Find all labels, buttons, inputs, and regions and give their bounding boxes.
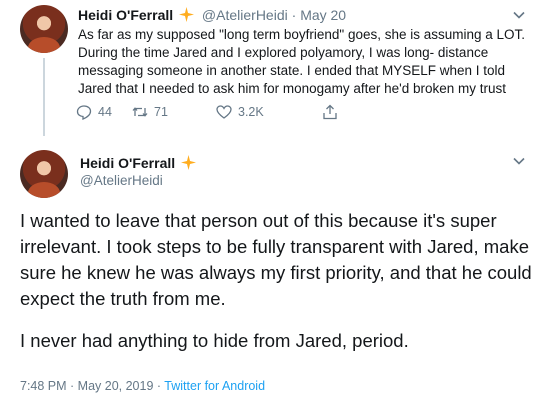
handle[interactable]: @AtelierHeidi bbox=[202, 7, 288, 23]
handle[interactable]: @AtelierHeidi bbox=[80, 173, 163, 188]
tweet-header: Heidi O'Ferrall bbox=[80, 153, 200, 173]
display-name[interactable]: Heidi O'Ferrall bbox=[80, 155, 175, 171]
heart-icon bbox=[216, 105, 232, 119]
share-button[interactable] bbox=[322, 104, 338, 120]
tweet-text: I wanted to leave that person out of thi… bbox=[20, 208, 535, 354]
sparkle-badge-icon bbox=[179, 7, 195, 22]
retweet-button[interactable]: 71 bbox=[132, 104, 168, 120]
tweet-paragraph: I wanted to leave that person out of thi… bbox=[20, 210, 532, 309]
display-name[interactable]: Heidi O'Ferrall bbox=[78, 7, 173, 23]
tweet-paragraph: I never had anything to hide from Jared,… bbox=[20, 330, 409, 351]
reply-icon bbox=[76, 105, 92, 120]
reply-button[interactable]: 44 bbox=[76, 104, 112, 120]
chevron-down-icon[interactable] bbox=[512, 8, 526, 22]
chevron-down-icon[interactable] bbox=[512, 154, 526, 168]
like-count: 3.2K bbox=[238, 105, 264, 119]
avatar[interactable] bbox=[20, 150, 68, 198]
timestamp[interactable]: May 20 bbox=[300, 7, 346, 23]
share-icon bbox=[323, 104, 337, 120]
tweet-meta: 7:48 PM · May 20, 2019 · Twitter for And… bbox=[20, 379, 265, 393]
like-button[interactable]: 3.2K bbox=[216, 104, 264, 120]
retweet-count: 71 bbox=[154, 105, 168, 119]
retweet-icon bbox=[132, 107, 148, 117]
tweet-header: Heidi O'Ferrall @AtelierHeidi · May 20 bbox=[78, 6, 346, 24]
separator: · bbox=[291, 7, 297, 23]
tweet-1[interactable]: Heidi O'Ferrall @AtelierHeidi · May 20 A… bbox=[0, 0, 540, 150]
avatar[interactable] bbox=[20, 5, 68, 53]
tweet-text: As far as my supposed "long term boyfrie… bbox=[78, 27, 526, 96]
source-link[interactable]: Twitter for Android bbox=[164, 379, 265, 393]
thread-line bbox=[43, 58, 45, 136]
sparkle-badge-icon bbox=[181, 155, 197, 170]
timestamp[interactable]: 7:48 PM · May 20, 2019 · bbox=[20, 379, 164, 393]
reply-count: 44 bbox=[98, 105, 112, 119]
